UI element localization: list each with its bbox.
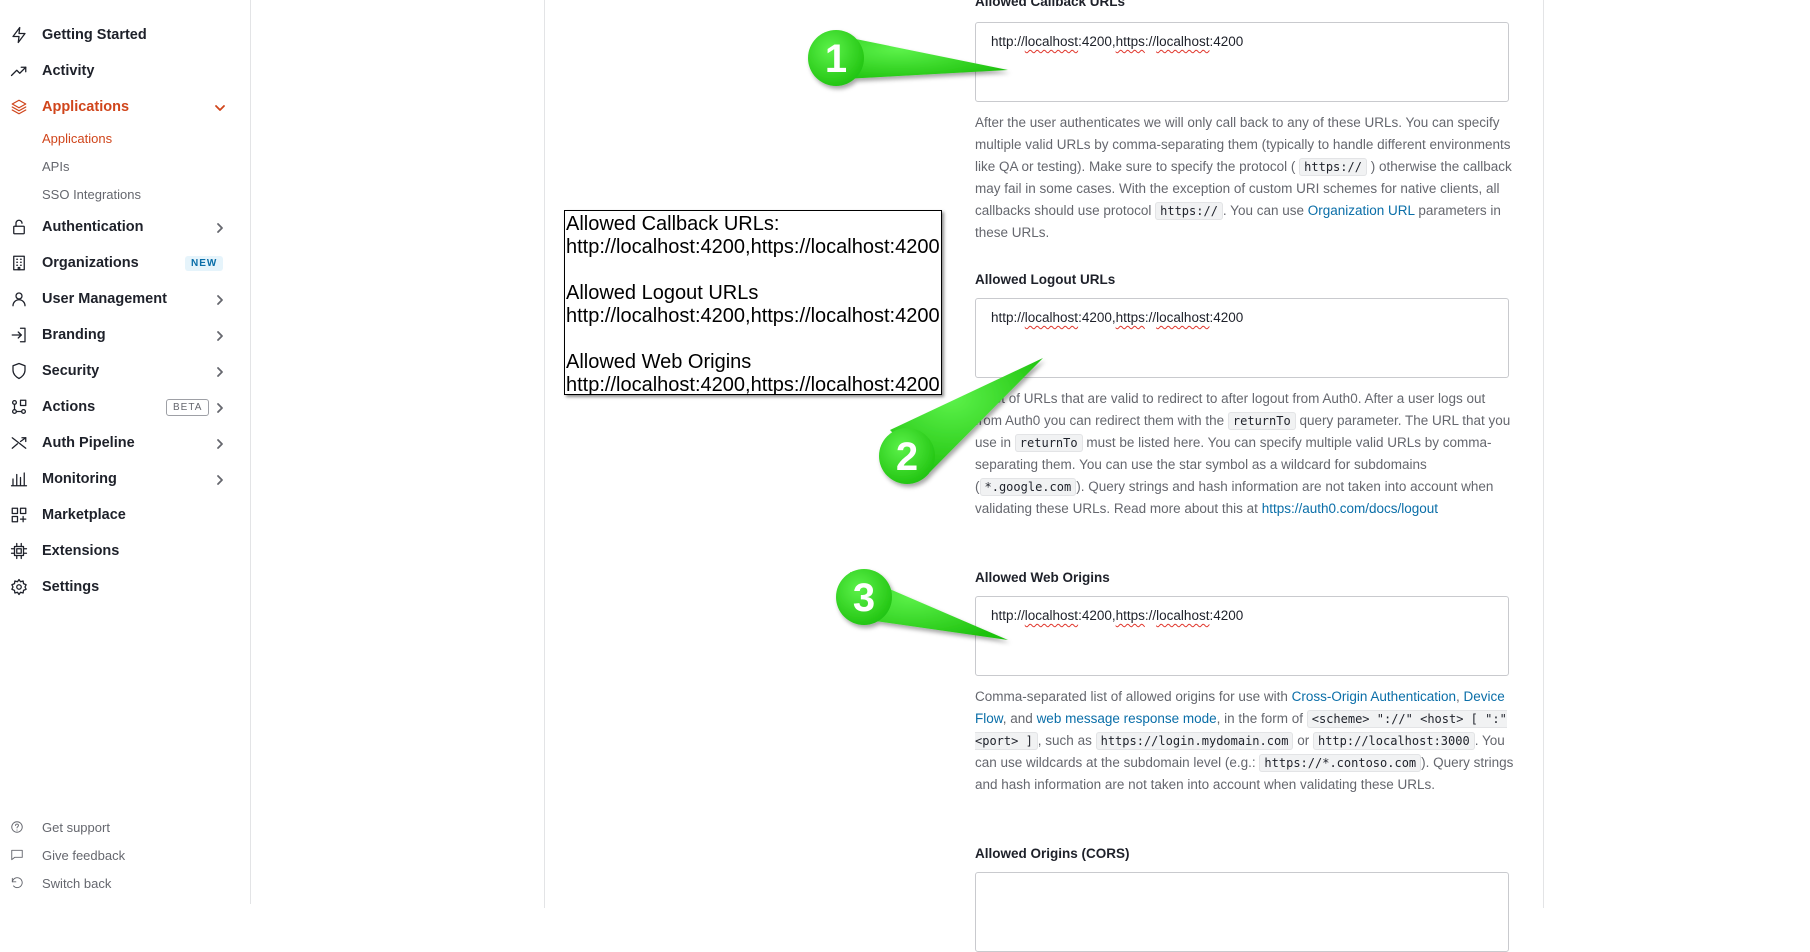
- sidebar-item-label: Branding: [42, 327, 106, 343]
- sidebar-item-organizations[interactable]: Organizations NEW: [0, 245, 250, 281]
- undo-icon: [10, 876, 24, 890]
- code-snippet: returnTo: [1227, 412, 1296, 430]
- callback-urls-textarea[interactable]: http://localhost:4200,https://localhost:…: [975, 22, 1509, 102]
- switch-back-link[interactable]: Switch back: [0, 871, 250, 895]
- callback-urls-help: After the user authenticates we will onl…: [975, 115, 1512, 240]
- sidebar-item-authentication[interactable]: Authentication: [0, 209, 250, 245]
- pipeline-icon: [10, 434, 28, 452]
- lock-icon: [10, 218, 28, 236]
- login-icon: [10, 326, 28, 344]
- web-origins-textarea[interactable]: http://localhost:4200,https://localhost:…: [975, 596, 1509, 676]
- code-snippet: http://localhost:3000: [1312, 732, 1475, 750]
- cors-origins-textarea[interactable]: [975, 872, 1509, 952]
- sidebar-item-marketplace[interactable]: Marketplace: [0, 497, 250, 533]
- sidebar-item-applications[interactable]: Applications: [0, 89, 250, 125]
- sidebar-item-label: Organizations: [42, 255, 139, 271]
- get-support-label: Get support: [42, 819, 110, 835]
- code-snippet: returnTo: [1014, 434, 1083, 452]
- organization-url-link[interactable]: Organization URL: [1308, 203, 1415, 218]
- note-line: http://localhost:4200,https://localhost:…: [566, 305, 940, 327]
- chart-icon: [10, 470, 28, 488]
- sidebar-item-actions[interactable]: Actions BETA: [0, 389, 250, 425]
- chevron-right-icon: [214, 437, 226, 449]
- annotation-note-box: Allowed Callback URLs: http://localhost:…: [564, 210, 942, 396]
- sidebar-subitem-applications[interactable]: Applications: [42, 131, 112, 146]
- code-snippet: https://: [1299, 158, 1367, 176]
- sidebar-item-label: Security: [42, 363, 100, 379]
- chevron-right-icon: [214, 473, 226, 485]
- actions-icon: [10, 398, 28, 416]
- sidebar-item-label: Extensions: [42, 543, 120, 559]
- code-snippet: *.google.com: [979, 478, 1077, 496]
- note-line: Allowed Logout URLs: [566, 282, 759, 304]
- sidebar-item-label: Settings: [42, 579, 100, 595]
- sidebar-item-label: Authentication: [42, 219, 144, 235]
- chevron-right-icon: [214, 329, 226, 341]
- web-origins-label: Allowed Web Origins: [975, 570, 1110, 585]
- building-icon: [10, 254, 28, 272]
- trend-icon: [10, 62, 28, 80]
- cors-origins-label: Allowed Origins (CORS): [975, 846, 1130, 861]
- sidebar-item-label: Activity: [42, 63, 95, 79]
- shield-icon: [10, 362, 28, 380]
- logout-urls-textarea[interactable]: http://localhost:4200,https://localhost:…: [975, 298, 1509, 378]
- chat-icon: [10, 848, 24, 862]
- help-icon: [10, 820, 24, 834]
- sidebar-subitem-apis[interactable]: APIs: [42, 159, 69, 174]
- new-badge: NEW: [185, 255, 224, 271]
- cross-origin-auth-link[interactable]: Cross-Origin Authentication: [1292, 689, 1456, 704]
- sidebar-item-branding[interactable]: Branding: [0, 317, 250, 353]
- sidebar-subitem-sso-integrations[interactable]: SSO Integrations: [42, 187, 141, 202]
- chevron-right-icon: [214, 293, 226, 305]
- bolt-icon: [10, 26, 28, 44]
- auth0-logout-docs-link[interactable]: https://auth0.com/docs/logout: [1262, 501, 1438, 516]
- give-feedback-label: Give feedback: [42, 847, 126, 863]
- note-line: Allowed Callback URLs:: [566, 213, 780, 235]
- gear-icon: [10, 578, 28, 596]
- sidebar-item-label: Getting Started: [42, 27, 147, 43]
- sidebar-item-auth-pipeline[interactable]: Auth Pipeline: [0, 425, 250, 461]
- sidebar-item-label: Auth Pipeline: [42, 435, 135, 451]
- chevron-right-icon: [214, 401, 226, 413]
- sidebar-item-label: Monitoring: [42, 471, 117, 487]
- callback-urls-label: Allowed Callback URLs: [975, 0, 1126, 9]
- switch-back-label: Switch back: [42, 875, 112, 891]
- beta-badge: BETA: [166, 398, 210, 416]
- chip-icon: [10, 542, 28, 560]
- sidebar-item-user-management[interactable]: User Management: [0, 281, 250, 317]
- note-line: Allowed Web Origins: [566, 351, 752, 373]
- sidebar: Getting Started Activity Applications Ap…: [0, 0, 251, 904]
- sidebar-item-label: Applications: [42, 99, 130, 115]
- chevron-right-icon: [214, 365, 226, 377]
- logout-urls-help: A set of URLs that are valid to redirect…: [975, 391, 1511, 516]
- sidebar-item-getting-started[interactable]: Getting Started: [0, 17, 250, 53]
- sidebar-item-label: Actions: [42, 399, 96, 415]
- code-snippet: https://*.contoso.com: [1259, 754, 1422, 772]
- chevron-down-icon: [214, 101, 226, 113]
- get-support-link[interactable]: Get support: [0, 815, 250, 839]
- sidebar-item-settings[interactable]: Settings: [0, 569, 250, 605]
- logout-urls-label: Allowed Logout URLs: [975, 272, 1116, 287]
- code-snippet: https://login.mydomain.com: [1095, 732, 1294, 750]
- note-line: http://localhost:4200,https://localhost:…: [566, 374, 940, 396]
- grid-plus-icon: [10, 506, 28, 524]
- web-origins-help: Comma-separated list of allowed origins …: [975, 689, 1514, 792]
- web-message-response-mode-link[interactable]: web message response mode: [1037, 711, 1217, 726]
- sidebar-item-monitoring[interactable]: Monitoring: [0, 461, 250, 497]
- layers-icon: [10, 98, 28, 116]
- sidebar-item-activity[interactable]: Activity: [0, 53, 250, 89]
- code-snippet: https://: [1155, 202, 1223, 220]
- sidebar-item-label: User Management: [42, 291, 167, 307]
- chevron-right-icon: [214, 221, 226, 233]
- note-line: http://localhost:4200,https://localhost:…: [566, 236, 940, 258]
- sidebar-item-label: Marketplace: [42, 507, 126, 523]
- give-feedback-link[interactable]: Give feedback: [0, 843, 250, 867]
- sidebar-item-security[interactable]: Security: [0, 353, 250, 389]
- user-icon: [10, 290, 28, 308]
- sidebar-item-extensions[interactable]: Extensions: [0, 533, 250, 569]
